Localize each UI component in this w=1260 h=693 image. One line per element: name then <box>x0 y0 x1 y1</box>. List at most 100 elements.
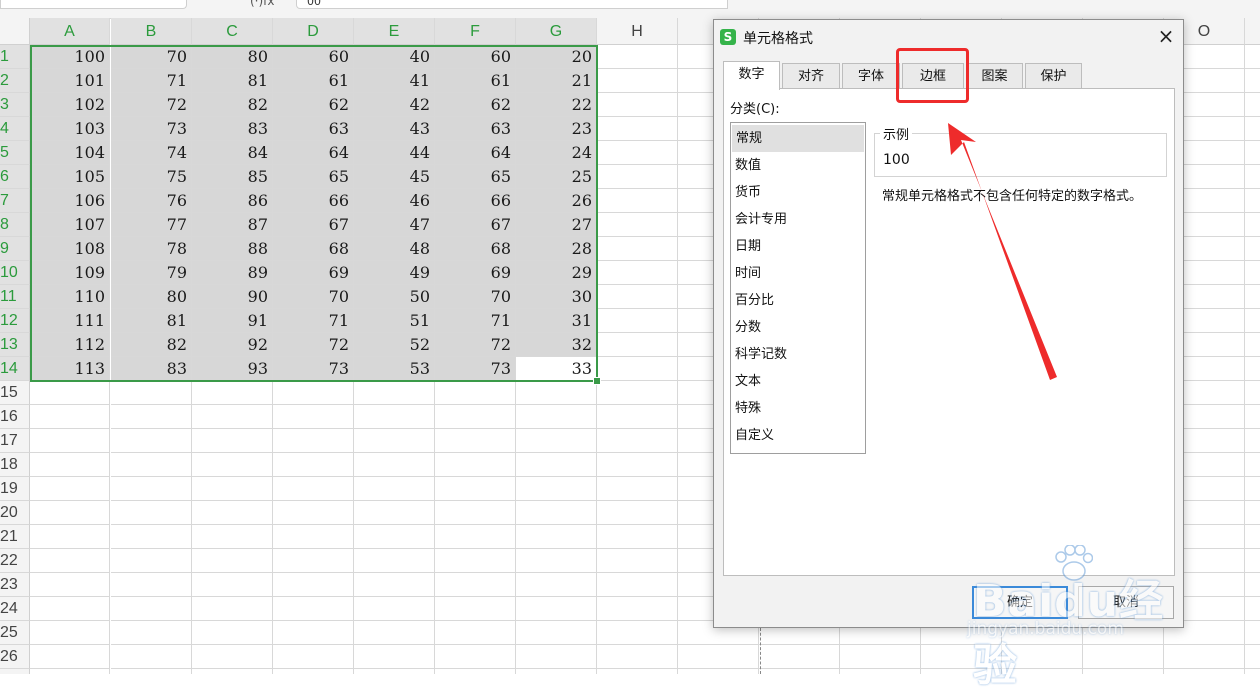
cell-a24[interactable] <box>30 597 110 621</box>
cell-c20[interactable] <box>192 501 273 525</box>
select-all-corner[interactable] <box>0 18 30 45</box>
column-header-b[interactable]: B <box>111 18 192 45</box>
cell-e14[interactable]: 53 <box>354 357 435 381</box>
category-list[interactable]: 常规 数值 货币 会计专用 日期 时间 百分比 分数 科学记数 文本 特殊 自定义 <box>730 122 866 454</box>
cell-p7[interactable] <box>1245 189 1260 213</box>
cell-p9[interactable] <box>1245 237 1260 261</box>
cell-e1[interactable]: 40 <box>354 45 435 69</box>
cell-e6[interactable]: 45 <box>354 165 435 189</box>
cell-f2[interactable]: 61 <box>435 69 516 93</box>
cell-e18[interactable] <box>354 453 435 477</box>
cell-c9[interactable]: 88 <box>192 237 273 261</box>
cell-p25[interactable] <box>1245 621 1260 645</box>
cell-a9[interactable]: 108 <box>30 237 110 261</box>
cell-c21[interactable] <box>192 525 273 549</box>
cell-h5[interactable] <box>597 141 678 165</box>
row-header[interactable]: 4 <box>0 117 30 141</box>
cell-b1[interactable]: 70 <box>111 45 192 69</box>
cell-b10[interactable]: 79 <box>111 261 192 285</box>
cell-b6[interactable]: 75 <box>111 165 192 189</box>
cell-a10[interactable]: 109 <box>30 261 110 285</box>
row-header[interactable]: 15 <box>0 381 30 405</box>
cell-e4[interactable]: 43 <box>354 117 435 141</box>
cell-h2[interactable] <box>597 69 678 93</box>
column-header-p[interactable]: P <box>1245 18 1260 45</box>
cell-f11[interactable]: 70 <box>435 285 516 309</box>
cell-g5[interactable]: 24 <box>516 141 597 165</box>
cell-f14[interactable]: 73 <box>435 357 516 381</box>
cell-c24[interactable] <box>192 597 273 621</box>
category-item[interactable]: 日期 <box>731 233 865 260</box>
row-header[interactable]: 25 <box>0 621 30 645</box>
row-header[interactable]: 7 <box>0 189 30 213</box>
cell-d11[interactable]: 70 <box>273 285 354 309</box>
cell-h22[interactable] <box>597 549 678 573</box>
cell-d26[interactable] <box>273 645 354 669</box>
cell-d24[interactable] <box>273 597 354 621</box>
cell-e16[interactable] <box>354 405 435 429</box>
cell-e5[interactable]: 44 <box>354 141 435 165</box>
cell-a4[interactable]: 103 <box>30 117 110 141</box>
row-header[interactable]: 8 <box>0 213 30 237</box>
cell-p17[interactable] <box>1245 429 1260 453</box>
cell-b16[interactable] <box>111 405 192 429</box>
row-header[interactable]: 16 <box>0 405 30 429</box>
cell-p12[interactable] <box>1245 309 1260 333</box>
category-item[interactable]: 文本 <box>731 368 865 395</box>
cell-g25[interactable] <box>516 621 597 645</box>
cell-b20[interactable] <box>111 501 192 525</box>
row-header[interactable]: 24 <box>0 597 30 621</box>
column-header-a[interactable]: A <box>30 18 110 45</box>
cell-e15[interactable] <box>354 381 435 405</box>
cell-d19[interactable] <box>273 477 354 501</box>
cell-i27[interactable] <box>678 669 759 674</box>
cell-e27[interactable] <box>354 669 435 674</box>
cell-f23[interactable] <box>435 573 516 597</box>
cell-g15[interactable] <box>516 381 597 405</box>
cell-d14[interactable]: 73 <box>273 357 354 381</box>
cell-p23[interactable] <box>1245 573 1260 597</box>
cell-b17[interactable] <box>111 429 192 453</box>
cell-f15[interactable] <box>435 381 516 405</box>
cell-b2[interactable]: 71 <box>111 69 192 93</box>
category-item[interactable]: 常规 <box>732 125 864 152</box>
cell-c15[interactable] <box>192 381 273 405</box>
cell-h3[interactable] <box>597 93 678 117</box>
cell-h16[interactable] <box>597 405 678 429</box>
fx-icon[interactable]: (·)fx <box>250 0 275 8</box>
column-header-f[interactable]: F <box>435 18 516 45</box>
cell-d4[interactable]: 63 <box>273 117 354 141</box>
category-item[interactable]: 百分比 <box>731 287 865 314</box>
cell-g9[interactable]: 28 <box>516 237 597 261</box>
close-icon[interactable]: × <box>1154 24 1178 48</box>
cell-d20[interactable] <box>273 501 354 525</box>
cell-c16[interactable] <box>192 405 273 429</box>
row-header[interactable]: 12 <box>0 309 30 333</box>
cell-p1[interactable] <box>1245 45 1260 69</box>
cell-c17[interactable] <box>192 429 273 453</box>
cell-g1[interactable]: 20 <box>516 45 597 69</box>
cell-d6[interactable]: 65 <box>273 165 354 189</box>
column-header-g[interactable]: G <box>516 18 597 45</box>
cell-p22[interactable] <box>1245 549 1260 573</box>
row-header[interactable]: 1 <box>0 45 30 69</box>
cell-a5[interactable]: 104 <box>30 141 110 165</box>
cell-p26[interactable] <box>1245 645 1260 669</box>
cell-a14[interactable]: 113 <box>30 357 110 381</box>
cell-c12[interactable]: 91 <box>192 309 273 333</box>
cell-e3[interactable]: 42 <box>354 93 435 117</box>
cell-a23[interactable] <box>30 573 110 597</box>
cell-h7[interactable] <box>597 189 678 213</box>
cell-a12[interactable]: 111 <box>30 309 110 333</box>
cell-e9[interactable]: 48 <box>354 237 435 261</box>
tab-number[interactable]: 数字 <box>723 61 780 90</box>
cell-d2[interactable]: 61 <box>273 69 354 93</box>
cell-p6[interactable] <box>1245 165 1260 189</box>
row-header[interactable]: 19 <box>0 477 30 501</box>
cell-e10[interactable]: 49 <box>354 261 435 285</box>
cell-f22[interactable] <box>435 549 516 573</box>
cell-f3[interactable]: 62 <box>435 93 516 117</box>
category-item[interactable]: 科学记数 <box>731 341 865 368</box>
cell-e25[interactable] <box>354 621 435 645</box>
cell-b11[interactable]: 80 <box>111 285 192 309</box>
